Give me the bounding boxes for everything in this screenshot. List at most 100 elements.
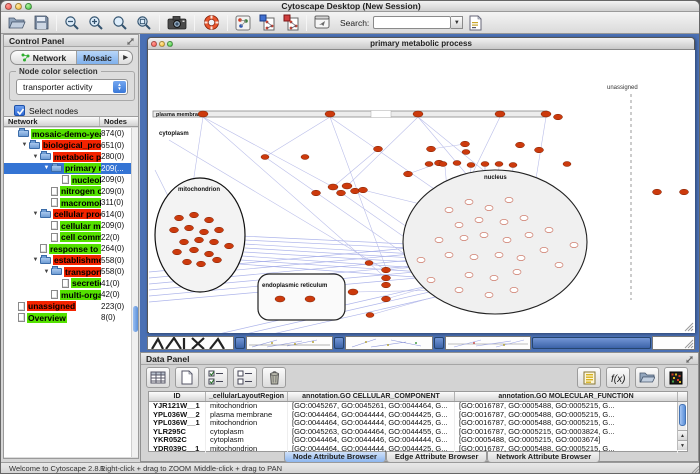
float-panel-icon[interactable]	[126, 37, 135, 46]
table-row-yjr121w__1[interactable]: YJR121W__1mitochondrion[GO:0045267, GO:0…	[149, 402, 687, 411]
delete-attribute-trash-icon[interactable]	[262, 367, 286, 388]
tree-row-response-to-stimulu[interactable]: response to stimulu264(0)	[4, 243, 138, 255]
tree-row-secretion[interactable]: secretion41(0)	[4, 278, 138, 290]
import-attributes-folder-icon[interactable]	[635, 367, 659, 388]
nucleus-region[interactable]	[403, 170, 587, 314]
scroll-up-icon[interactable]: ▲	[678, 430, 687, 440]
tree-row-cellular-metabo[interactable]: cellular metabo209(0)	[4, 220, 138, 232]
endoplasmic-reticulum-label: endoplasmic reticulum	[262, 283, 327, 289]
window-titlebar: Cytoscape Desktop (New Session)	[1, 1, 700, 12]
table-column-header[interactable]: ID	[149, 392, 206, 401]
disclosure-triangle-icon[interactable]: ▼	[20, 142, 29, 148]
tree-row-establishment-of-lo[interactable]: ▼establishment of lo558(0)	[4, 255, 138, 267]
svg-text:f(x): f(x)	[611, 374, 625, 384]
scroll-down-icon[interactable]: ▼	[678, 440, 687, 450]
cell-mf: [GO:0005488, GO:0005215, GO:0003674]	[455, 436, 678, 445]
tree-scrollbar[interactable]	[131, 128, 138, 457]
disclosure-triangle-icon[interactable]: ▼	[31, 211, 40, 217]
tree-row-metabolic-process[interactable]: ▼metabolic process280(0)	[4, 151, 138, 163]
node-color-select[interactable]: transporter activity ▲▼	[16, 79, 128, 95]
tree-row-transport[interactable]: ▼transport558(0)	[4, 266, 138, 278]
tree-row-unassigned[interactable]: unassigned223(0)	[4, 301, 138, 313]
zoom-fit-icon[interactable]	[132, 13, 156, 33]
network-window-titlebar[interactable]: primary metabolic process	[148, 38, 694, 50]
vizmapper-blue-icon[interactable]	[255, 13, 279, 33]
table-row-ypl036w__2[interactable]: YPL036W__2plasma membrane[GO:0044464, GO…	[149, 411, 687, 420]
network-tab-icon	[21, 53, 30, 62]
tree-row-label: metabolic process	[53, 152, 101, 162]
disclosure-triangle-icon[interactable]: ▼	[42, 165, 51, 171]
tree-row-primary-metabo[interactable]: ▼primary metabo209(...	[4, 163, 138, 175]
tree-row-cellular-process[interactable]: ▼cellular process614(0)	[4, 209, 138, 221]
open-session-icon[interactable]	[5, 13, 29, 33]
disclosure-triangle-icon[interactable]: ▼	[42, 269, 51, 275]
table-column-header[interactable]: annotation.GO MOLECULAR_FUNCTION	[455, 392, 678, 401]
attribute-matrix-icon[interactable]	[664, 367, 688, 388]
unselect-attributes-icon[interactable]	[233, 367, 257, 388]
attribute-mapper-icon[interactable]	[231, 13, 255, 33]
tree-row-overview[interactable]: Overview8(0)	[4, 312, 138, 324]
tree-row-multi-organism-pro[interactable]: multi-organism pro42(0)	[4, 289, 138, 301]
tree-column-network[interactable]: Network	[4, 117, 100, 126]
mitochondrion-region[interactable]	[155, 178, 245, 292]
table-row-ypl036w__1[interactable]: YPL036W__1mitochondrion[GO:0044464, GO:0…	[149, 419, 687, 428]
tab-mosaic[interactable]: Mosaic	[77, 51, 119, 64]
tree-row-biological-process[interactable]: ▼biological_process651(0)	[4, 140, 138, 152]
table-row-ykr052c[interactable]: YKR052Ccytoplasm[GO:0044464, GO:0044446,…	[149, 436, 687, 445]
select-nodes-checkbox[interactable]	[14, 105, 25, 116]
table-scrollbar[interactable]: ▲ ▼	[677, 402, 686, 450]
float-panel-icon[interactable]	[685, 355, 694, 364]
disclosure-triangle-icon[interactable]: ▼	[31, 154, 40, 160]
search-dropdown-arrow-icon[interactable]: ▼	[451, 16, 463, 29]
cell-mf: [GO:0016787, GO:0005215, GO:0003824, G..…	[455, 428, 678, 437]
tree-row-label: primary metabo	[64, 163, 101, 173]
tree-row-mosaic-demo-yeast[interactable]: mosaic-demo-yeast874(0)	[4, 128, 138, 140]
annotation-window-icon[interactable]	[310, 13, 334, 33]
advanced-search-doc-icon[interactable]	[463, 13, 487, 33]
zoom-selected-icon[interactable]	[108, 13, 132, 33]
zoom-in-icon[interactable]	[84, 13, 108, 33]
background-window-thumbnail[interactable]	[246, 336, 333, 350]
plasma-membrane-region[interactable]	[153, 111, 547, 117]
tab-overflow-arrow[interactable]: ▶	[119, 51, 132, 64]
table-column-header[interactable]: annotation.GO CELLULAR_COMPONENT	[288, 392, 455, 401]
background-window-thumbnail[interactable]	[345, 336, 433, 350]
disclosure-triangle-icon[interactable]: ▼	[31, 257, 40, 263]
cytoplasm-label: cytoplasm	[159, 131, 189, 137]
save-session-icon[interactable]	[29, 13, 53, 33]
background-window-thumbnail[interactable]	[445, 336, 531, 350]
background-window-titlebar[interactable]	[532, 337, 651, 349]
nucleus-label: nucleus	[484, 175, 507, 181]
select-attributes-icon[interactable]	[204, 367, 228, 388]
help-lifering-icon[interactable]	[198, 13, 224, 33]
background-window-edge[interactable]	[235, 337, 245, 349]
tree-scrollbar-thumb[interactable]	[133, 306, 138, 332]
tree-row-nitrogen-compo[interactable]: nitrogen compo209(0)	[4, 186, 138, 198]
window-resize-grip-icon[interactable]	[690, 464, 700, 474]
vizmapper-red-icon[interactable]	[279, 13, 303, 33]
resize-grip-icon[interactable]	[685, 323, 693, 331]
background-window-thumbnail[interactable]	[147, 336, 234, 350]
attribute-formula-icon[interactable]: f(x)	[606, 367, 630, 388]
table-column-header[interactable]: _cellularLayoutRegion	[206, 392, 288, 401]
network-view-window[interactable]: primary metabolic process	[147, 37, 695, 333]
tree-column-nodes[interactable]: Nodes	[100, 117, 138, 126]
plasma-membrane-label: plasma membrane	[156, 112, 204, 118]
tree-row-nucleobase-[interactable]: nucleobase-209(0)	[4, 174, 138, 186]
table-scrollbar-thumb[interactable]	[679, 404, 686, 426]
select-attributes-table-icon[interactable]	[146, 367, 170, 388]
tab-network[interactable]: Network	[11, 51, 77, 64]
attribute-notes-icon[interactable]	[577, 367, 601, 388]
table-row-ylr295c[interactable]: YLR295Ccytoplasm[GO:0045263, GO:0044464,…	[149, 428, 687, 437]
background-window-edge[interactable]	[334, 337, 344, 349]
new-attribute-icon[interactable]	[175, 367, 199, 388]
endoplasmic-reticulum-region[interactable]	[258, 274, 345, 320]
zoom-out-icon[interactable]	[60, 13, 84, 33]
snapshot-camera-icon[interactable]	[163, 13, 191, 33]
tree-row-cell-communicat[interactable]: cell communicat22(0)	[4, 232, 138, 244]
background-window-edge[interactable]	[434, 337, 444, 349]
background-window-thumbnail[interactable]	[652, 336, 695, 350]
network-canvas[interactable]: plasma membrane cytoplasm mitochondrion …	[149, 50, 695, 333]
tree-row-macromolecule[interactable]: macromolecule311(0)	[4, 197, 138, 209]
search-input[interactable]	[373, 16, 451, 29]
